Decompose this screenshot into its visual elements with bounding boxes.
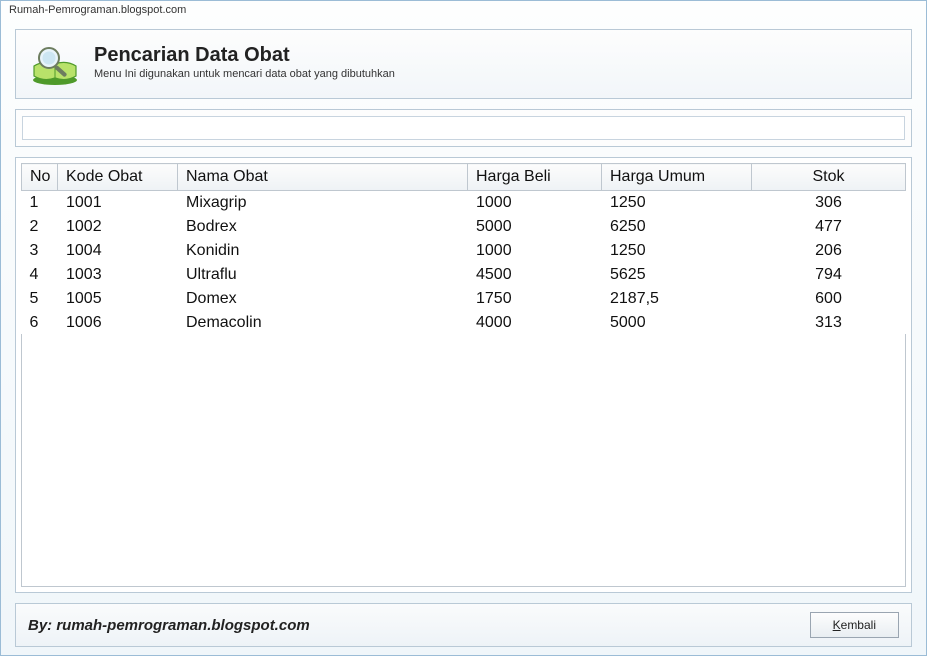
search-panel [15, 109, 912, 147]
cell-nama: Mixagrip [178, 191, 468, 216]
cell-umum: 6250 [602, 215, 752, 239]
back-button[interactable]: Kembali [810, 612, 899, 638]
cell-umum: 5000 [602, 311, 752, 335]
cell-stok: 600 [752, 287, 906, 311]
table-row[interactable]: 51005Domex17502187,5600 [22, 287, 906, 311]
cell-nama: Konidin [178, 239, 468, 263]
cell-stok: 477 [752, 215, 906, 239]
cell-nama: Domex [178, 287, 468, 311]
cell-stok: 206 [752, 239, 906, 263]
cell-umum: 1250 [602, 239, 752, 263]
content-area: Pencarian Data Obat Menu Ini digunakan u… [1, 23, 926, 655]
cell-stok: 794 [752, 263, 906, 287]
table-row[interactable]: 21002Bodrex50006250477 [22, 215, 906, 239]
cell-nama: Demacolin [178, 311, 468, 335]
cell-beli: 4000 [468, 311, 602, 335]
cell-kode: 1004 [58, 239, 178, 263]
table-row[interactable]: 11001Mixagrip10001250306 [22, 191, 906, 216]
cell-nama: Ultraflu [178, 263, 468, 287]
cell-beli: 4500 [468, 263, 602, 287]
cell-no: 3 [22, 239, 58, 263]
cell-kode: 1001 [58, 191, 178, 216]
back-button-rest: embali [841, 618, 876, 632]
cell-no: 6 [22, 311, 58, 335]
cell-kode: 1006 [58, 311, 178, 335]
cell-no: 2 [22, 215, 58, 239]
col-header-nama[interactable]: Nama Obat [178, 164, 468, 191]
cell-umum: 1250 [602, 191, 752, 216]
cell-stok: 313 [752, 311, 906, 335]
col-header-kode[interactable]: Kode Obat [58, 164, 178, 191]
cell-no: 1 [22, 191, 58, 216]
col-header-umum[interactable]: Harga Umum [602, 164, 752, 191]
back-button-accelerator: K [833, 618, 841, 632]
cell-stok: 306 [752, 191, 906, 216]
search-book-icon [28, 38, 82, 86]
header-text-block: Pencarian Data Obat Menu Ini digunakan u… [94, 44, 395, 80]
cell-kode: 1003 [58, 263, 178, 287]
cell-beli: 1750 [468, 287, 602, 311]
cell-umum: 5625 [602, 263, 752, 287]
obat-table: No Kode Obat Nama Obat Harga Beli Harga … [21, 163, 906, 335]
header-panel: Pencarian Data Obat Menu Ini digunakan u… [15, 29, 912, 99]
table-row[interactable]: 41003Ultraflu45005625794 [22, 263, 906, 287]
col-header-no[interactable]: No [22, 164, 58, 191]
table-panel: No Kode Obat Nama Obat Harga Beli Harga … [15, 157, 912, 593]
cell-nama: Bodrex [178, 215, 468, 239]
col-header-beli[interactable]: Harga Beli [468, 164, 602, 191]
cell-no: 4 [22, 263, 58, 287]
cell-kode: 1002 [58, 215, 178, 239]
cell-kode: 1005 [58, 287, 178, 311]
page-title: Pencarian Data Obat [94, 44, 395, 67]
table-row[interactable]: 31004Konidin10001250206 [22, 239, 906, 263]
footer-panel: By: rumah-pemrograman.blogspot.com Kemba… [15, 603, 912, 647]
app-window: Rumah-Pemrograman.blogspot.com Pencarian… [0, 0, 927, 656]
cell-umum: 2187,5 [602, 287, 752, 311]
table-empty-area [21, 334, 906, 587]
search-input[interactable] [22, 116, 905, 140]
window-titlebar: Rumah-Pemrograman.blogspot.com [1, 1, 926, 23]
page-subtitle: Menu Ini digunakan untuk mencari data ob… [94, 68, 395, 80]
table-row[interactable]: 61006Demacolin40005000313 [22, 311, 906, 335]
cell-beli: 1000 [468, 239, 602, 263]
footer-credit: By: rumah-pemrograman.blogspot.com [28, 617, 310, 634]
table-header-row: No Kode Obat Nama Obat Harga Beli Harga … [22, 164, 906, 191]
window-title: Rumah-Pemrograman.blogspot.com [9, 4, 186, 16]
col-header-stok[interactable]: Stok [752, 164, 906, 191]
cell-beli: 5000 [468, 215, 602, 239]
cell-beli: 1000 [468, 191, 602, 216]
cell-no: 5 [22, 287, 58, 311]
